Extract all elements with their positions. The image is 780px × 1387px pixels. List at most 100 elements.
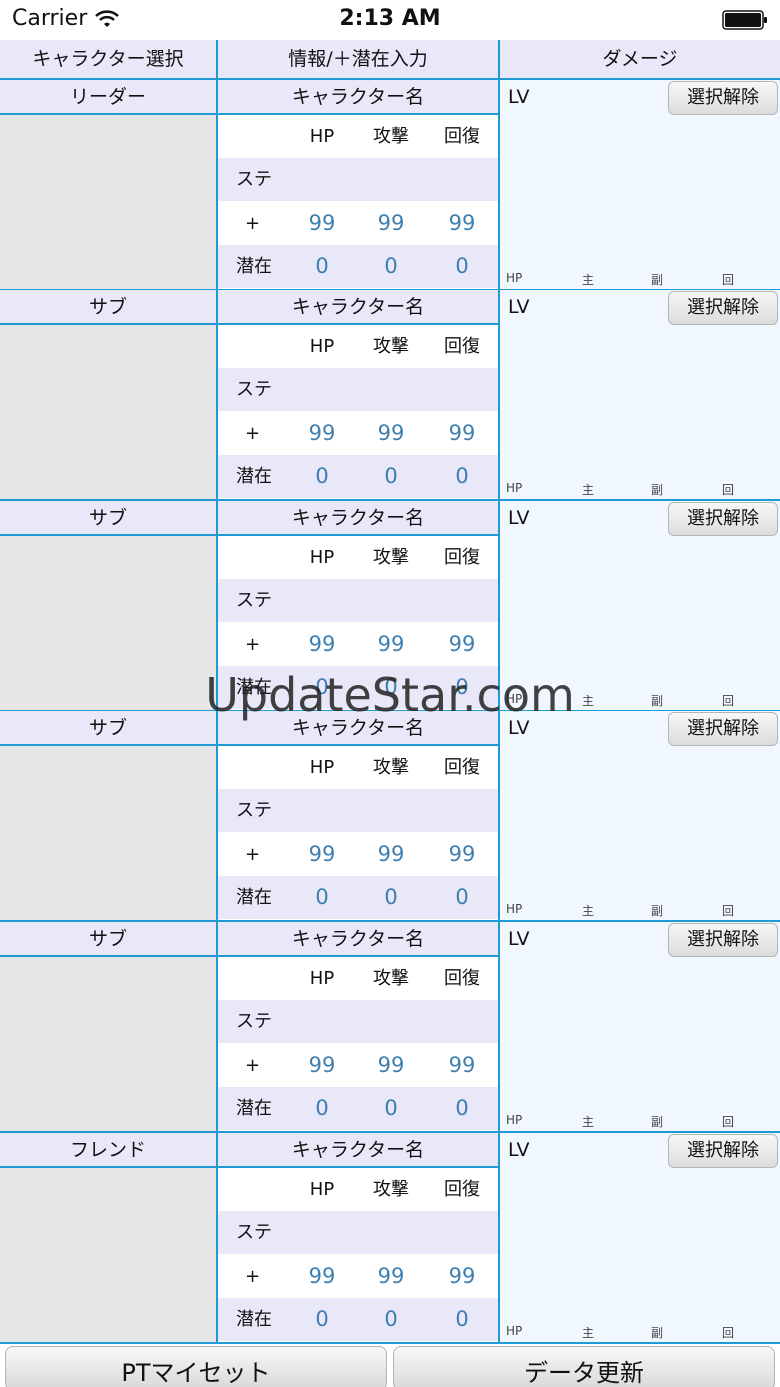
potential-attack-input[interactable]: 0 (361, 1087, 421, 1130)
damage-main-label: 主 (582, 273, 595, 287)
damage-panel: LV 選択解除 HP 主 副 回 (500, 922, 780, 1131)
damage-panel: LV 選択解除 HP 主 副 回 (500, 711, 780, 920)
plus-attack-input[interactable]: 99 (361, 623, 421, 666)
character-name[interactable]: キャラクター名 (218, 501, 498, 536)
character-name[interactable]: キャラクター名 (218, 80, 498, 115)
potential-hp-input[interactable]: 0 (292, 876, 352, 919)
deselect-button[interactable]: 選択解除 (668, 923, 778, 957)
plus-attack-input[interactable]: 99 (361, 202, 421, 245)
level-label: LV (508, 507, 530, 529)
stat-header-heal: 回復 (444, 547, 480, 568)
potential-heal-input[interactable]: 0 (432, 455, 492, 498)
character-select-area[interactable] (0, 115, 216, 289)
character-name[interactable]: キャラクター名 (218, 1133, 498, 1168)
damage-heal-label: 回 (722, 1326, 735, 1340)
potential-hp-input[interactable]: 0 (292, 1298, 352, 1341)
character-name[interactable]: キャラクター名 (218, 290, 498, 325)
stats-base-row: ステ (218, 158, 498, 201)
stat-header-attack: 攻撃 (373, 757, 409, 778)
character-select-area[interactable] (0, 746, 216, 920)
potential-label: 潜在 (236, 466, 272, 487)
stat-header-attack: 攻撃 (373, 547, 409, 568)
character-select-area[interactable] (0, 536, 216, 710)
plus-hp-input[interactable]: 99 (292, 1044, 352, 1087)
stat-header-hp: HP (309, 968, 335, 989)
damage-hp-label: HP (506, 1324, 523, 1338)
plus-heal-input[interactable]: 99 (432, 412, 492, 455)
plus-hp-input[interactable]: 99 (292, 412, 352, 455)
plus-label: + (245, 634, 261, 655)
deselect-button[interactable]: 選択解除 (668, 291, 778, 325)
deselect-button[interactable]: 選択解除 (668, 1134, 778, 1168)
potential-heal-input[interactable]: 0 (432, 1298, 492, 1341)
table-header: キャラクター選択 情報/＋潜在入力 ダメージ (0, 40, 780, 80)
stats-base-row: ステ (218, 579, 498, 622)
stats-plus-row: + 99 99 99 (218, 1255, 498, 1298)
damage-hp-label: HP (506, 1113, 523, 1127)
character-select-area[interactable] (0, 1168, 216, 1342)
character-select-area[interactable] (0, 957, 216, 1131)
party-row: サブ キャラクター名 HP 攻撃 回復 ステ + 99 99 99 潜在 0 0 (0, 290, 780, 501)
plus-attack-input[interactable]: 99 (361, 1044, 421, 1087)
plus-attack-input[interactable]: 99 (361, 1255, 421, 1298)
potential-hp-input[interactable]: 0 (292, 245, 352, 288)
party-row: サブ キャラクター名 HP 攻撃 回復 ステ + 99 99 99 潜在 0 0 (0, 501, 780, 712)
potential-hp-input[interactable]: 0 (292, 1087, 352, 1130)
potential-heal-input[interactable]: 0 (432, 876, 492, 919)
potential-attack-input[interactable]: 0 (361, 876, 421, 919)
potential-attack-input[interactable]: 0 (361, 666, 421, 709)
character-select-area[interactable] (0, 325, 216, 499)
plus-label: + (245, 1055, 261, 1076)
plus-attack-input[interactable]: 99 (361, 412, 421, 455)
damage-sub-label: 副 (651, 904, 664, 918)
deselect-button[interactable]: 選択解除 (668, 502, 778, 536)
damage-panel: LV 選択解除 HP 主 副 回 (500, 80, 780, 289)
plus-hp-input[interactable]: 99 (292, 833, 352, 876)
damage-hp-label: HP (506, 692, 523, 706)
damage-panel: LV 選択解除 HP 主 副 回 (500, 290, 780, 499)
level-label: LV (508, 1139, 530, 1161)
data-update-button[interactable]: データ更新 (393, 1346, 775, 1387)
potential-attack-input[interactable]: 0 (361, 1298, 421, 1341)
stats-potential-row: 潜在 0 0 0 (218, 455, 498, 498)
stat-header-heal: 回復 (444, 126, 480, 147)
character-name[interactable]: キャラクター名 (218, 711, 498, 746)
deselect-button[interactable]: 選択解除 (668, 81, 778, 115)
deselect-button[interactable]: 選択解除 (668, 712, 778, 746)
header-character-select: キャラクター選択 (32, 48, 184, 70)
damage-sub-label: 副 (651, 273, 664, 287)
potential-heal-input[interactable]: 0 (432, 245, 492, 288)
potential-hp-input[interactable]: 0 (292, 455, 352, 498)
plus-label: + (245, 844, 261, 865)
character-name[interactable]: キャラクター名 (218, 922, 498, 957)
stats-table: HP 攻撃 回復 ステ + 99 99 99 潜在 0 0 0 (218, 746, 498, 920)
slot-label: フレンド (0, 1133, 216, 1168)
stats-header-row: HP 攻撃 回復 (218, 957, 498, 1000)
potential-heal-input[interactable]: 0 (432, 1087, 492, 1130)
stat-header-hp: HP (309, 336, 335, 357)
potential-label: 潜在 (236, 256, 272, 277)
potential-hp-input[interactable]: 0 (292, 666, 352, 709)
potential-heal-input[interactable]: 0 (432, 666, 492, 709)
stats-header-row: HP 攻撃 回復 (218, 1168, 498, 1211)
plus-hp-input[interactable]: 99 (292, 1255, 352, 1298)
stats-base-row: ステ (218, 789, 498, 832)
potential-attack-input[interactable]: 0 (361, 455, 421, 498)
plus-heal-input[interactable]: 99 (432, 202, 492, 245)
damage-panel: LV 選択解除 HP 主 副 回 (500, 501, 780, 710)
column-divider (498, 40, 500, 1344)
plus-heal-input[interactable]: 99 (432, 1044, 492, 1087)
stat-header-hp: HP (309, 547, 335, 568)
plus-heal-input[interactable]: 99 (432, 623, 492, 666)
plus-heal-input[interactable]: 99 (432, 1255, 492, 1298)
plus-attack-input[interactable]: 99 (361, 833, 421, 876)
damage-main-label: 主 (582, 1326, 595, 1340)
plus-hp-input[interactable]: 99 (292, 202, 352, 245)
pt-myset-button[interactable]: PTマイセット (5, 1346, 387, 1387)
plus-heal-input[interactable]: 99 (432, 833, 492, 876)
potential-attack-input[interactable]: 0 (361, 245, 421, 288)
stats-plus-row: + 99 99 99 (218, 1044, 498, 1087)
plus-hp-input[interactable]: 99 (292, 623, 352, 666)
base-stat-label: ステ (236, 1222, 272, 1243)
slot-label: サブ (0, 501, 216, 536)
